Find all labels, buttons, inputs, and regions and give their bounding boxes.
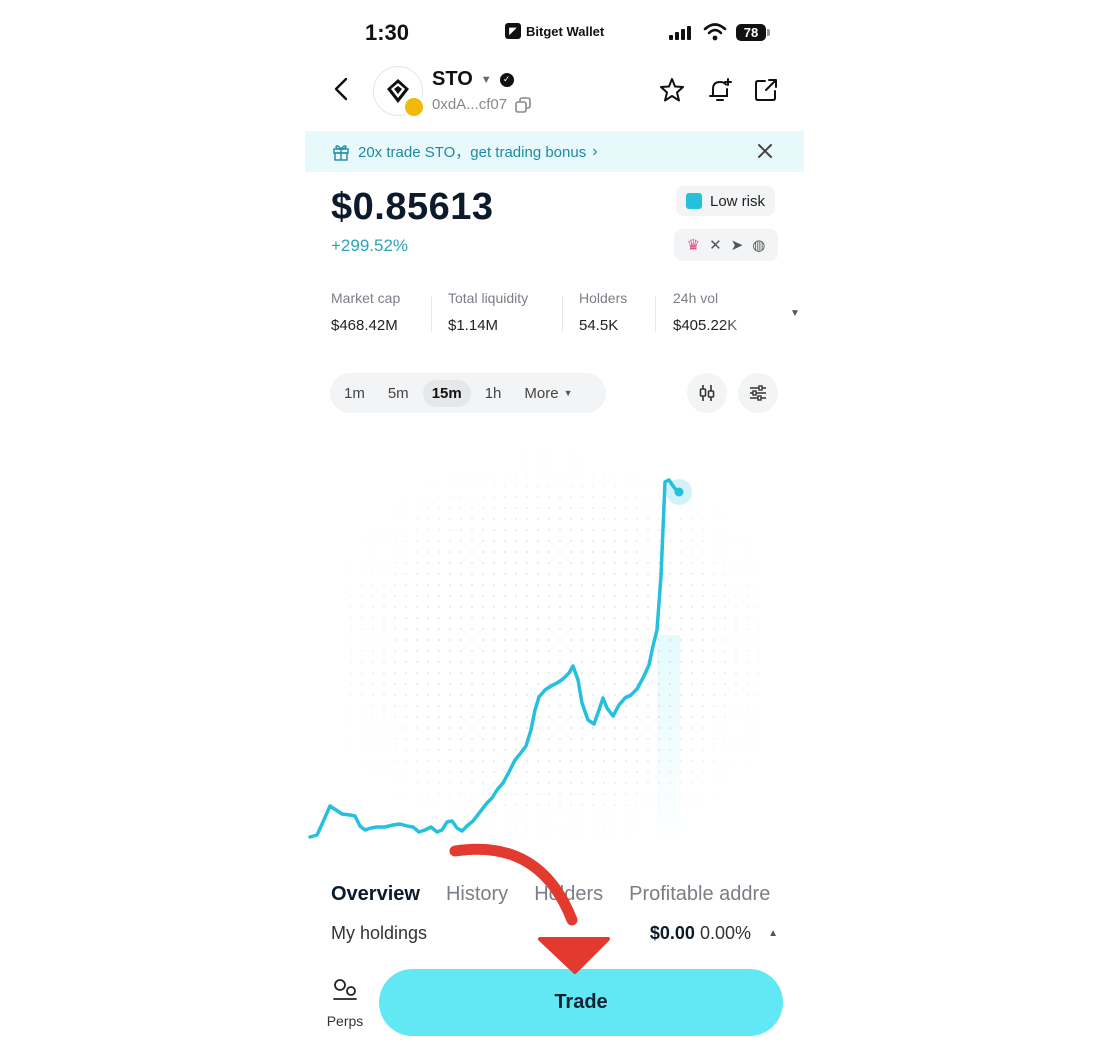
bell-plus-icon[interactable] [706,76,734,104]
token-stats: Market cap $468.42M Total liquidity $1.1… [331,290,800,340]
detail-tabs: Overview History Holders Profitable addr… [331,883,805,909]
risk-label: Low risk [710,192,766,210]
interval-15m[interactable]: 15m [422,379,471,407]
my-holdings-value: $0.00 0.00% [650,923,751,944]
chart-area-fill [657,635,680,850]
promo-banner[interactable]: 20x trade STO，get trading bonus › [305,131,804,172]
share-icon[interactable] [752,76,780,104]
price-chart[interactable] [305,440,805,860]
globe-icon[interactable]: ◍ [752,236,765,254]
token-symbol[interactable]: STO ▼ ✓ [432,68,514,91]
caret-up-icon: ▲ [768,928,778,939]
divider [431,296,432,332]
price-change: +299.52% [331,236,409,255]
close-icon[interactable] [754,140,776,162]
chart-settings-button[interactable] [738,373,778,413]
bitget-logo-icon: ◤ [505,23,521,39]
token-price: $0.85613 [331,186,494,228]
chart-dot-grid [345,450,765,850]
stat-total-liquidity: Total liquidity $1.14M [448,290,528,334]
stat-holders: Holders 54.5K [579,290,627,334]
divider [655,296,656,332]
caret-down-icon[interactable]: ▼ [790,308,800,319]
battery-icon: 78 [736,24,770,41]
stat-label: Holders [579,290,628,306]
back-icon[interactable] [327,74,357,104]
carrier-label: ◤ Bitget Wallet [505,23,604,39]
phone-screen: 1:30 ◤ Bitget Wallet 78 STO ▼ ✓ 0xdA...c… [305,0,805,1061]
divider [562,296,563,332]
risk-badge[interactable]: Low risk [676,186,776,216]
social-links: ♛ ✕ ➤ ◍ [674,229,778,261]
current-price-dot [674,487,684,497]
status-time: 1:30 [365,20,410,45]
gift-icon [333,144,349,161]
holdings-amount: $0.00 [649,923,695,943]
interval-selector: 1m 5m 15m 1h More ▼ [330,373,606,413]
tab-profitable-addresses[interactable]: Profitable addre [629,883,770,909]
bnb-chain-badge-icon [403,96,425,118]
interval-more-label: More [524,384,559,402]
token-symbol-text: STO [432,68,473,90]
caret-down-icon: ▼ [563,388,573,398]
copy-icon[interactable] [515,96,531,113]
tab-holders[interactable]: Holders [534,883,603,909]
telegram-icon[interactable]: ➤ [731,236,744,254]
holdings-percent: 0.00% [699,923,751,943]
caret-down-icon: ▼ [480,73,492,86]
my-holdings-label: My holdings [331,923,428,943]
perps-button[interactable]: Perps [325,978,365,1029]
candlestick-toggle-button[interactable] [687,373,727,413]
token-header: STO ▼ ✓ 0xdA...cf07 [305,62,805,122]
contract-address: 0xdA...cf07 [432,96,531,113]
interval-1h[interactable]: 1h [476,380,511,407]
stat-label: Market cap [331,290,401,306]
interval-more[interactable]: More ▼ [515,380,581,407]
tab-overview[interactable]: Overview [331,883,420,909]
perps-label: Perps [326,1013,364,1029]
interval-1m[interactable]: 1m [335,380,374,407]
verified-icon: ✓ [499,72,514,87]
wifi-icon [703,23,727,41]
contract-address-text: 0xdA...cf07 [432,96,508,113]
stat-market-cap: Market cap $468.42M [331,290,400,334]
candlestick-icon [699,385,715,401]
x-icon[interactable]: ✕ [709,236,722,254]
perps-icon [333,979,357,1000]
shield-icon [686,193,702,209]
crown-icon[interactable]: ♛ [687,236,700,254]
stat-value: $1.14M [448,317,499,334]
tab-history[interactable]: History [446,883,508,909]
my-holdings-row[interactable]: My holdings $0.00 0.00% ▲ [331,923,781,945]
star-icon[interactable] [658,76,686,104]
status-bar: 1:30 ◤ Bitget Wallet 78 [305,18,805,48]
stat-label: Total liquidity [448,290,529,306]
promo-banner-text: 20x trade STO，get trading bonus [358,144,587,161]
signal-icon [669,26,691,40]
stat-value: $468.42M [331,317,398,334]
stats-fade [721,290,766,340]
carrier-name: Bitget Wallet [526,23,605,39]
stat-value: 54.5K [579,317,619,334]
sliders-icon [750,385,766,401]
chevron-right-icon: › [592,142,598,160]
trade-button[interactable]: Trade [379,969,783,1036]
interval-5m[interactable]: 5m [379,380,418,407]
